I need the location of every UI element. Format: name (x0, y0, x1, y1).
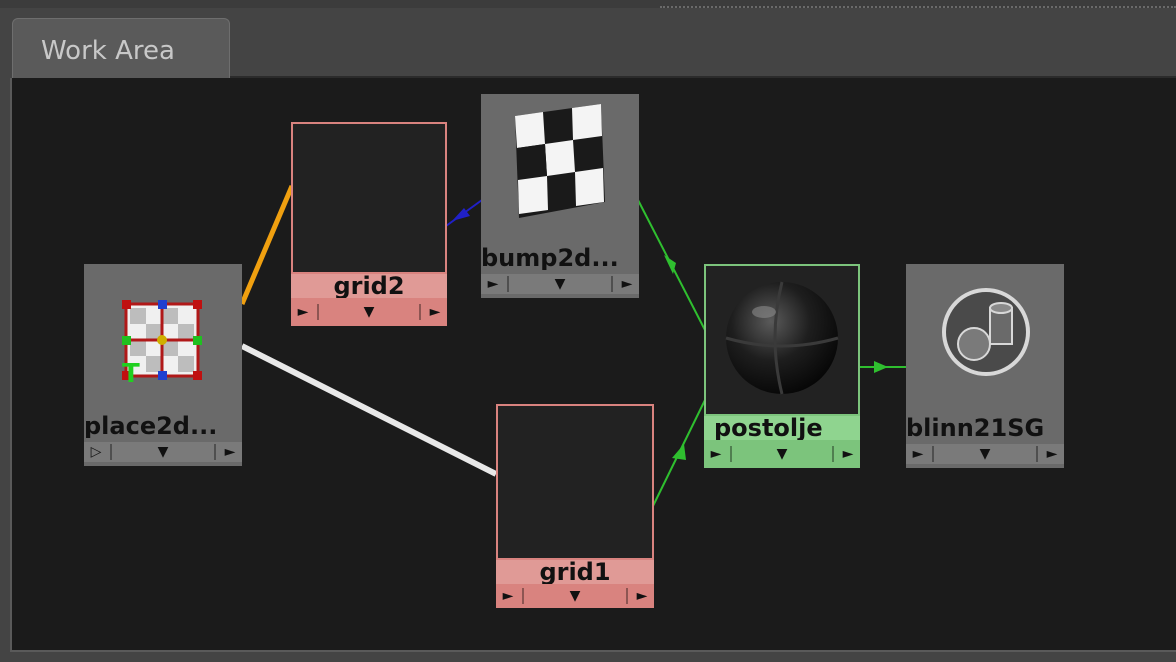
node-menu-arrow[interactable]: ▼ (565, 588, 585, 604)
input-port[interactable]: ► (485, 276, 501, 292)
bump2d-checker-icon (515, 104, 605, 218)
blinn21SG-swatch (908, 266, 1062, 414)
node-bump2d[interactable]: bump2d... ► ▼ ► (481, 94, 639, 298)
input-port[interactable]: ► (708, 446, 724, 462)
node-ports: ► ▼ ► (906, 444, 1064, 464)
node-label: blinn21SG (906, 416, 1064, 440)
node-ports: ► ▼ ► (704, 444, 860, 464)
node-grid1[interactable]: grid1 ► ▼ ► (496, 404, 654, 608)
node-postolje[interactable]: postolje ► ▼ ► (704, 264, 860, 468)
shading-group-icon (942, 288, 1030, 376)
node-label: grid1 (496, 560, 654, 584)
arrow-postolje-blinn (874, 361, 888, 373)
node-label: postolje (704, 416, 860, 440)
wire-place2d-grid1[interactable] (240, 343, 498, 477)
svg-text:T: T (122, 359, 140, 389)
node-menu-arrow[interactable]: ▼ (772, 446, 792, 462)
output-port[interactable]: ► (634, 588, 650, 604)
node-ports: ► ▼ ► (291, 302, 447, 322)
node-ports: ► ▼ ► (481, 274, 639, 294)
output-port[interactable]: ► (619, 276, 635, 292)
arrow-grid1-postolje (672, 444, 686, 460)
node-label: bump2d... (481, 246, 639, 270)
node-label: place2d... (84, 414, 242, 438)
node-place2d[interactable]: T place2d... ▷ ▼ ► (84, 264, 242, 466)
grid2-swatch (293, 124, 445, 272)
output-port[interactable]: ► (1044, 446, 1060, 462)
output-port[interactable]: ► (222, 444, 238, 460)
wire-place2d-grid2[interactable] (239, 185, 295, 305)
node-label: grid2 (291, 274, 447, 298)
place2d-swatch: T (86, 266, 240, 414)
place2d-texture-icon: T (122, 300, 202, 389)
grid1-swatch (498, 406, 652, 558)
output-port[interactable]: ► (427, 304, 443, 320)
node-menu-arrow[interactable]: ▼ (359, 304, 379, 320)
input-port[interactable]: ► (295, 304, 311, 320)
node-menu-arrow[interactable]: ▼ (153, 444, 173, 460)
input-port[interactable]: ► (910, 446, 926, 462)
node-ports: ► ▼ ► (496, 586, 654, 606)
node-blinn21SG[interactable]: blinn21SG ► ▼ ► (906, 264, 1064, 468)
output-port[interactable]: ► (840, 446, 856, 462)
material-sphere-preview (725, 281, 839, 395)
node-menu-arrow[interactable]: ▼ (975, 446, 995, 462)
postolje-swatch (706, 266, 858, 414)
node-ports: ▷ ▼ ► (84, 442, 242, 462)
input-port[interactable]: ► (500, 588, 516, 604)
node-menu-arrow[interactable]: ▼ (550, 276, 570, 292)
node-grid2[interactable]: grid2 ► ▼ ► (291, 122, 447, 326)
input-port[interactable]: ▷ (88, 444, 104, 460)
bump2d-swatch (483, 96, 637, 244)
